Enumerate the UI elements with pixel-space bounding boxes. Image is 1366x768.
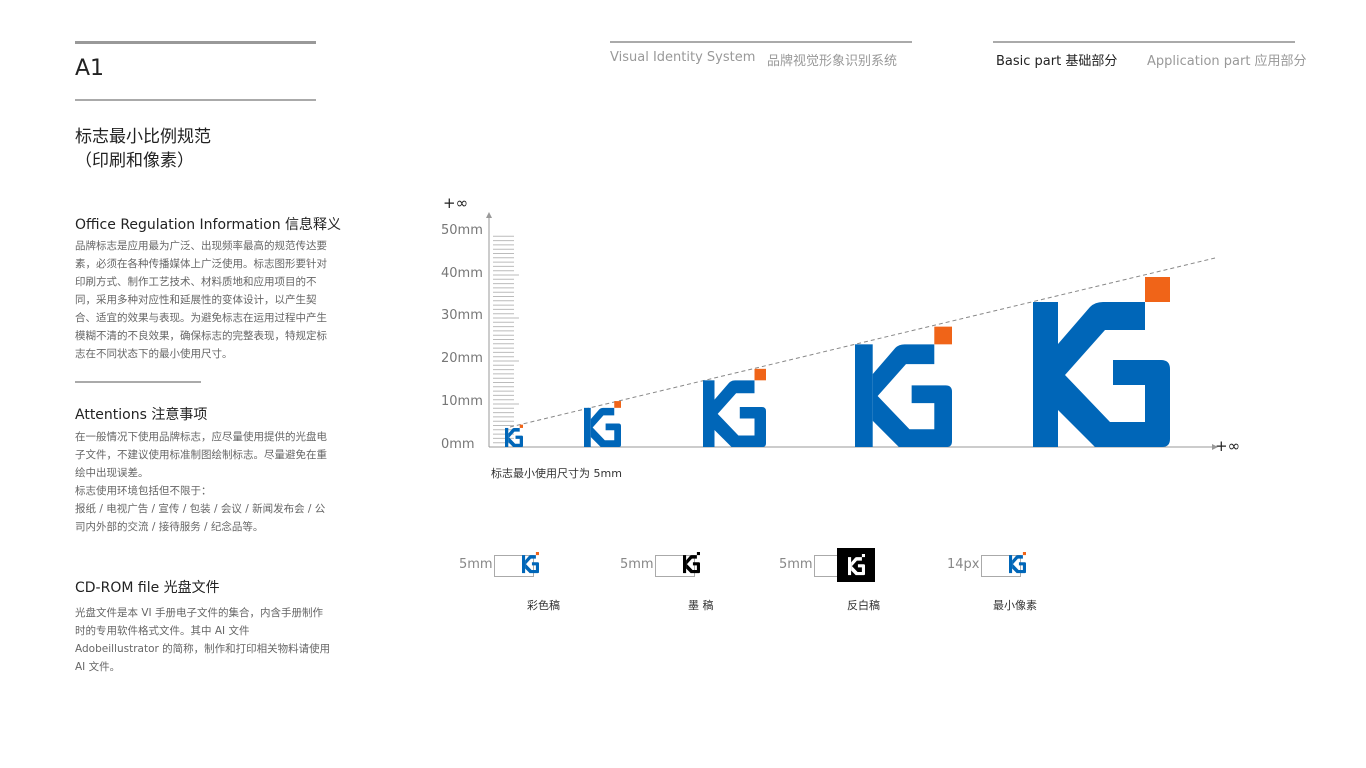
kg-logo xyxy=(505,424,523,447)
kg-logo xyxy=(855,326,952,448)
kg-logo xyxy=(584,401,621,447)
kg-logo xyxy=(683,552,700,574)
kg-logo xyxy=(522,552,539,574)
kg-logo xyxy=(703,368,766,448)
variant-size: 5mm xyxy=(459,557,493,572)
scale-diagram xyxy=(486,212,1218,450)
kg-logo xyxy=(1009,552,1026,574)
variant-size: 5mm xyxy=(779,557,813,572)
variant-label: 墨 稿 xyxy=(688,599,714,612)
kg-logo xyxy=(1033,277,1170,447)
kg-logo xyxy=(683,552,700,574)
kg-logo xyxy=(837,548,875,582)
variant-label: 最小像素 xyxy=(993,599,1037,612)
variant-label: 反白稿 xyxy=(847,599,880,612)
variant-size: 5mm xyxy=(620,557,654,572)
kg-logo xyxy=(1009,552,1026,574)
kg-logo xyxy=(522,552,539,574)
variant-size: 14px xyxy=(947,557,980,572)
variant-label: 彩色稿 xyxy=(527,599,560,612)
